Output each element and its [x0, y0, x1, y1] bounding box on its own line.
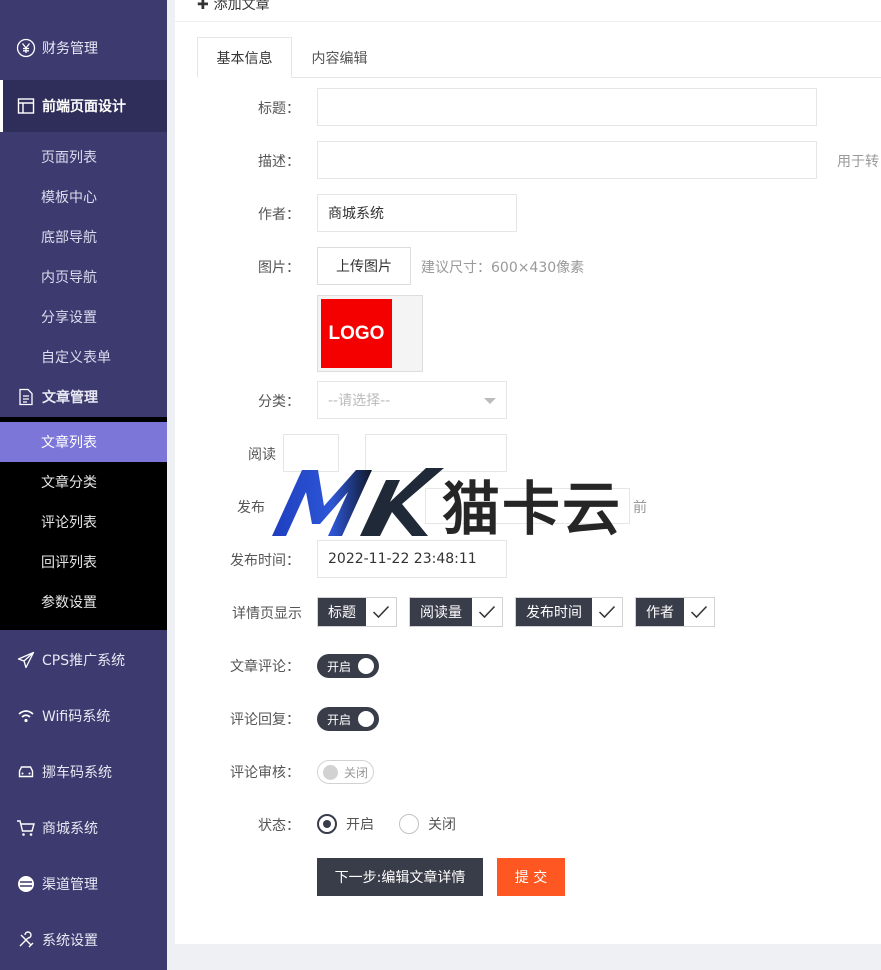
- sidebar-item-param-settings[interactable]: 参数设置: [0, 582, 167, 622]
- toggle-knob: [358, 658, 374, 674]
- sidebar-group-label: 前端页面设计: [42, 99, 126, 115]
- toggle-knob: [358, 711, 374, 727]
- sidebar-item-mall[interactable]: 商城系统: [0, 800, 167, 856]
- submit-button[interactable]: 提 交: [497, 858, 565, 896]
- channel-icon: [16, 874, 36, 894]
- frontend-subnav: 页面列表 模板中心 底部导航 内页导航 分享设置 自定义表单: [0, 137, 167, 377]
- review-toggle[interactable]: 关闭: [317, 760, 374, 784]
- comment-toggle[interactable]: 开启: [317, 654, 379, 678]
- sidebar-item-custom-form[interactable]: 自定义表单: [0, 337, 167, 377]
- check-icon: [366, 598, 396, 626]
- author-label: 作者：: [258, 207, 300, 223]
- tab-content-edit[interactable]: 内容编辑: [292, 37, 387, 78]
- sidebar-item-label: 渠道管理: [42, 877, 98, 893]
- layout-icon: [16, 96, 36, 116]
- image-label: 图片：: [258, 260, 300, 276]
- logo-image: LOGO: [321, 299, 392, 368]
- check-icon: [684, 598, 714, 626]
- toggle-knob: [323, 765, 338, 780]
- sidebar-item-inner-nav[interactable]: 内页导航: [0, 257, 167, 297]
- comment-label: 文章评论：: [230, 659, 300, 675]
- category-label: 分类：: [258, 394, 300, 410]
- cart-icon: [16, 818, 36, 838]
- desc-input[interactable]: [317, 141, 817, 179]
- sidebar: 财务管理 前端页面设计 页面列表 模板中心 底部导航 内页导航 分享设置 自定义…: [0, 0, 167, 970]
- reply-toggle[interactable]: 开启: [317, 707, 379, 731]
- wifi-icon: [16, 706, 36, 726]
- sidebar-item-label: CPS推广系统: [42, 653, 126, 669]
- detail-chip-title[interactable]: 标题: [317, 597, 397, 627]
- detail-chip-publish-time[interactable]: 发布时间: [515, 597, 623, 627]
- car-icon: [16, 762, 36, 782]
- radio-unchecked-icon: [399, 814, 419, 834]
- sidebar-item-template-center[interactable]: 模板中心: [0, 177, 167, 217]
- tab-bar: 基本信息 内容编辑: [197, 37, 881, 78]
- sidebar-item-reply-list[interactable]: 回评列表: [0, 542, 167, 582]
- publish-time-label: 发布时间：: [230, 553, 300, 569]
- sidebar-item-label: 系统设置: [42, 933, 98, 949]
- title-input[interactable]: [317, 88, 817, 126]
- sidebar-item-car[interactable]: 挪车码系统: [0, 744, 167, 800]
- category-select[interactable]: --请选择--: [317, 381, 507, 419]
- sidebar-item-label: 财务管理: [42, 41, 98, 57]
- page-title: ✚ 添加文章: [197, 0, 270, 14]
- image-preview[interactable]: LOGO: [317, 295, 423, 372]
- paper-plane-icon: [16, 650, 36, 670]
- sidebar-item-label: 商城系统: [42, 821, 98, 837]
- detail-chip-read[interactable]: 阅读量: [409, 597, 503, 627]
- detail-display-label: 详情页显示: [232, 606, 302, 622]
- sidebar-item-label: Wifi码系统: [42, 709, 111, 725]
- read-label: 阅读: [248, 447, 276, 463]
- desc-hint: 用于转: [837, 154, 879, 170]
- article-subnav: 文章列表 文章分类 评论列表 回评列表 参数设置: [0, 417, 167, 630]
- sidebar-item-settings[interactable]: 系统设置: [0, 912, 167, 968]
- sidebar-item-finance[interactable]: 财务管理: [0, 20, 167, 76]
- author-input[interactable]: 商城系统: [317, 194, 517, 232]
- next-edit-content-button[interactable]: 下一步:编辑文章详情: [317, 858, 483, 896]
- watermark-text: 猫卡云: [442, 475, 623, 543]
- sidebar-item-label: 挪车码系统: [42, 765, 112, 781]
- plus-icon: ✚: [197, 0, 214, 13]
- sidebar-item-page-list[interactable]: 页面列表: [0, 137, 167, 177]
- yen-circle-icon: [16, 38, 36, 58]
- check-icon: [472, 598, 502, 626]
- tools-icon: [16, 930, 36, 950]
- status-radio-off[interactable]: 关闭: [399, 814, 456, 834]
- sidebar-item-article-category[interactable]: 文章分类: [0, 462, 167, 502]
- sidebar-group-label: 文章管理: [42, 390, 98, 406]
- sidebar-item-cps[interactable]: CPS推广系统: [0, 632, 167, 688]
- sidebar-item-channel[interactable]: 渠道管理: [0, 856, 167, 912]
- sidebar-group-article[interactable]: 文章管理: [0, 377, 167, 417]
- desc-label: 描述：: [258, 154, 300, 170]
- status-radio-on[interactable]: 开启: [317, 814, 374, 834]
- sidebar-group-frontend[interactable]: 前端页面设计: [0, 80, 167, 132]
- review-label: 评论审核：: [230, 765, 300, 781]
- detail-chip-author[interactable]: 作者: [635, 597, 715, 627]
- tab-basic-info[interactable]: 基本信息: [197, 37, 292, 78]
- upload-image-button[interactable]: 上传图片: [317, 247, 411, 285]
- sidebar-item-bottom-nav[interactable]: 底部导航: [0, 217, 167, 257]
- document-icon: [16, 387, 36, 407]
- chevron-down-icon: [484, 398, 496, 404]
- radio-checked-icon: [317, 814, 337, 834]
- sidebar-item-share-settings[interactable]: 分享设置: [0, 297, 167, 337]
- image-size-hint: 建议尺寸：600×430像素: [421, 260, 585, 276]
- watermark-logo: [268, 462, 444, 546]
- publish-partial-label: 发布: [237, 500, 265, 516]
- check-icon: [592, 598, 622, 626]
- sidebar-item-wifi[interactable]: Wifi码系统: [0, 688, 167, 744]
- title-label: 标题：: [258, 101, 300, 117]
- divider: [175, 21, 881, 22]
- reply-label: 评论回复：: [230, 712, 300, 728]
- publish-partial-hint: 前: [633, 500, 647, 516]
- status-label: 状态：: [258, 818, 300, 834]
- sidebar-item-article-list[interactable]: 文章列表: [0, 422, 167, 462]
